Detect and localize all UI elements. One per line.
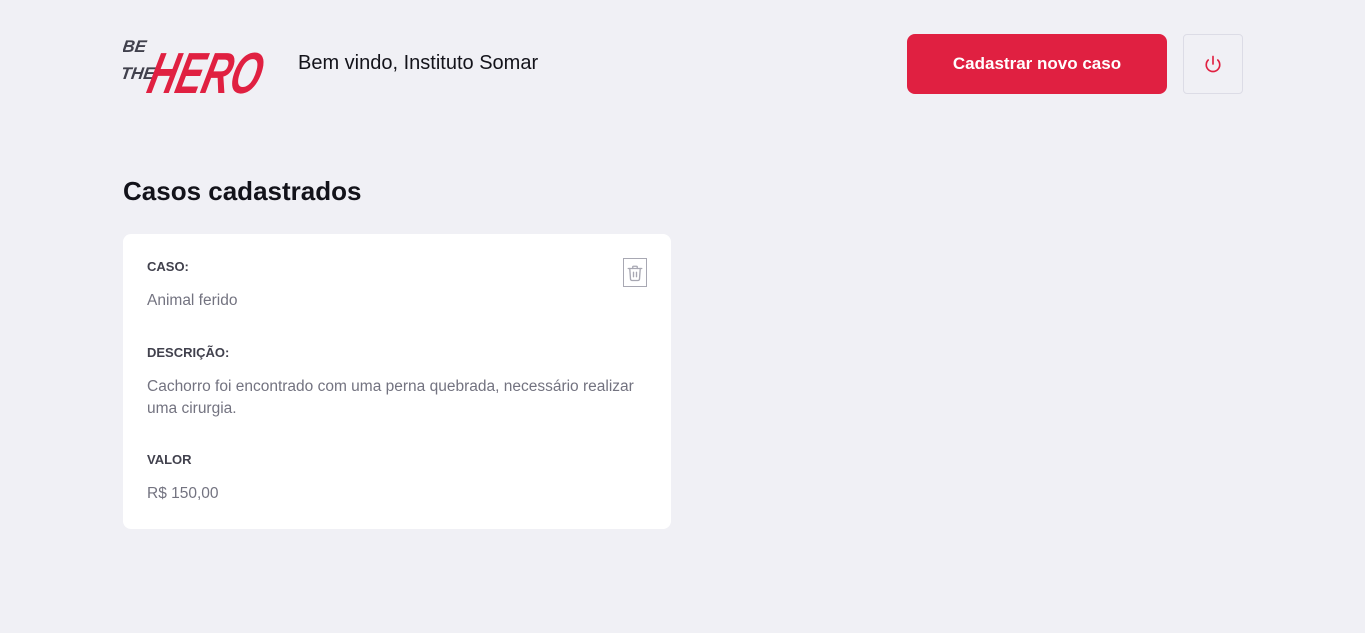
- power-icon: [1205, 55, 1221, 73]
- case-label: CASO:: [147, 259, 189, 274]
- be-the-hero-logo: BE THE HERO: [123, 37, 270, 98]
- profile-page: BE THE HERO Bem vindo, Instituto Somar C…: [123, 0, 1243, 633]
- case-card: CASO: Animal ferido DESCRIÇÃO: Cachorro …: [123, 234, 671, 529]
- description-label: DESCRIÇÃO:: [147, 345, 230, 360]
- new-case-button[interactable]: Cadastrar novo caso: [907, 34, 1167, 94]
- logout-button[interactable]: [1183, 34, 1243, 94]
- description-value: Cachorro foi encontrado com uma perna qu…: [147, 378, 634, 417]
- delete-case-button[interactable]: [623, 258, 647, 287]
- trash-icon: [627, 265, 643, 281]
- case-value: Animal ferido: [147, 292, 238, 309]
- value-label: VALOR: [147, 452, 192, 467]
- welcome-text: Bem vindo, Instituto Somar: [298, 52, 539, 74]
- new-case-label: Cadastrar novo caso: [952, 54, 1122, 73]
- header: BE THE HERO Bem vindo, Instituto Somar C…: [123, 30, 1243, 98]
- value-amount: R$ 150,00: [147, 485, 219, 502]
- svg-text:BE: BE: [123, 37, 148, 56]
- svg-text:HERO: HERO: [142, 42, 270, 98]
- page-title: Casos cadastrados: [123, 176, 362, 206]
